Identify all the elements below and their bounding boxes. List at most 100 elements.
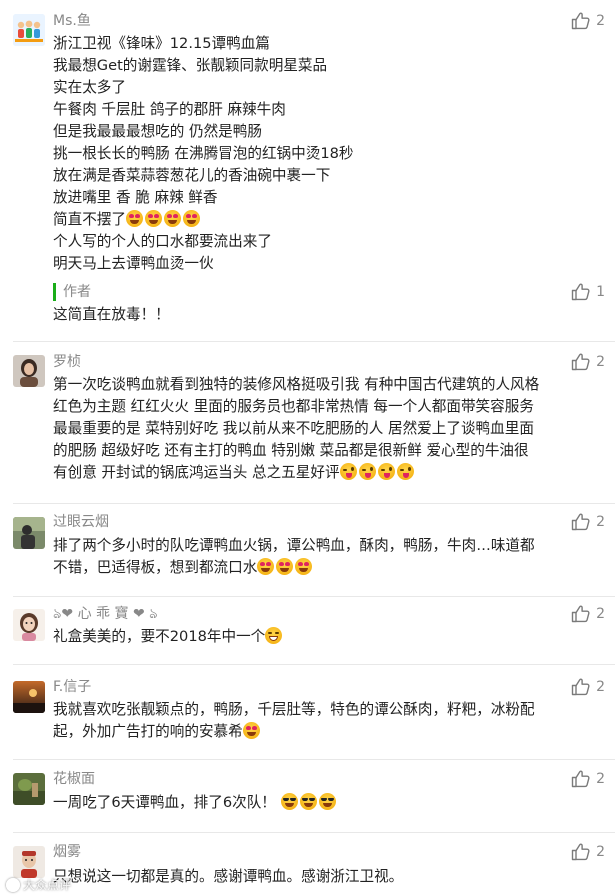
reply-like-button[interactable]: 1	[571, 282, 605, 302]
wink-tongue-emoji	[396, 463, 414, 480]
divider	[13, 832, 615, 833]
comment-line: 最最重要的是 菜特别好吃 我以前从来不吃肥肠的人 居然爱上了谈鸭血里面	[53, 420, 534, 437]
comment-line: 放在满是香菜蒜蓉葱花儿的香油碗中裹一下	[53, 167, 331, 184]
heart-eyes-emoji	[257, 558, 275, 575]
like-count: 2	[596, 679, 605, 695]
like-count: 2	[596, 354, 605, 370]
heart-eyes-emoji	[125, 210, 143, 227]
comment-line-text: 不错，巴适得板，想到都流口水	[53, 559, 258, 576]
comment-text: 排了两个多小时的队吃谭鸭血火锅，谭公鸭血，酥肉，鸭肠，牛肉…味道都 不错，巴适得…	[53, 535, 603, 579]
sunglasses-emoji	[299, 793, 317, 810]
wink-tongue-emoji	[377, 463, 395, 480]
divider	[13, 664, 615, 665]
comment-line-text: 起，外加广告打的响的安慕希	[53, 723, 243, 740]
thumbs-up-icon	[571, 353, 590, 371]
comment-line: 红色为主题 红红火火 里面的服务员也都非常热情 每一个人都面带笑容服务	[53, 398, 534, 415]
like-button[interactable]: 2	[571, 352, 605, 372]
sunglasses-emoji	[280, 793, 298, 810]
comment-text: 礼盒美美的，要不2018年中一个	[53, 626, 603, 648]
like-count: 2	[596, 514, 605, 530]
comment-text: 浙江卫视《锋味》12.15谭鸭血篇 我最想Get的谢霆锋、张靓颖同款明星菜品 实…	[53, 33, 603, 275]
comment-line: 不错，巴适得板，想到都流口水	[53, 557, 603, 579]
comment-line: 有创意 开封试的锅底鸿运当头 总之五星好评	[53, 462, 603, 484]
comment-line: 明天马上去谭鸭血烫一伙	[53, 255, 214, 272]
avatar[interactable]	[13, 14, 45, 46]
commenter-name: 罗桢	[53, 354, 81, 370]
heart-eyes-emoji	[242, 722, 260, 739]
commenter-name: ঌ❤ 心 乖 寶 ❤ ঌ	[53, 606, 158, 622]
comment-line: 个人写的个人的口水都要流出来了	[53, 233, 272, 250]
avatar[interactable]	[13, 517, 45, 549]
author-reply-label: 作者	[53, 283, 91, 301]
comment-text: 第一次吃谈鸭血就看到独特的装修风格挺吸引我 有种中国古代建筑的人风格 红色为主题…	[53, 374, 603, 484]
like-count: 2	[596, 771, 605, 787]
comment-line: 礼盒美美的，要不2018年中一个	[53, 626, 603, 648]
comment-text: 我就喜欢吃张靓颖点的，鸭肠，千层肚等，特色的谭公酥肉，籽粑，冰粉配 起，外加广告…	[53, 699, 603, 743]
like-button[interactable]: 2	[571, 604, 605, 624]
author-reply-text: 这简直在放毒！！	[53, 306, 170, 323]
like-button[interactable]: 2	[571, 11, 605, 31]
heart-eyes-emoji	[295, 558, 313, 575]
comment-line: 浙江卫视《锋味》12.15谭鸭血篇	[53, 35, 270, 52]
watermark-text: 大众点评	[23, 878, 72, 892]
commenter-name: F.信子	[53, 679, 92, 695]
comment-text: 只想说这一切都是真的。感谢谭鸭血。感谢浙江卫视。	[53, 866, 603, 888]
comment-line: 只想说这一切都是真的。感谢谭鸭血。感谢浙江卫视。	[53, 868, 404, 885]
comment-line: 起，外加广告打的响的安慕希	[53, 721, 603, 743]
thumbs-up-icon	[571, 513, 590, 531]
comment-line: 我就喜欢吃张靓颖点的，鸭肠，千层肚等，特色的谭公酥肉，籽粑，冰粉配	[53, 701, 535, 718]
watermark: 大众点评	[6, 876, 71, 893]
avatar[interactable]	[13, 609, 45, 641]
comment-line-text: 简直不摆了	[53, 211, 126, 228]
comment-line: 放进嘴里 香 脆 麻辣 鲜香	[53, 189, 218, 206]
comment-line: 但是我最最最想吃的 仍然是鸭肠	[53, 123, 262, 140]
commenter-name: 过眼云烟	[53, 514, 109, 530]
comment-line: 简直不摆了	[53, 209, 603, 231]
comment-line-text: 一周吃了6天谭鸭血，排了6次队！	[53, 794, 276, 811]
thumbs-up-icon	[571, 770, 590, 788]
commenter-name: 花椒面	[53, 771, 95, 787]
wink-tongue-emoji	[358, 463, 376, 480]
like-count: 1	[596, 284, 605, 300]
divider	[13, 596, 615, 597]
heart-eyes-emoji	[276, 558, 294, 575]
wink-tongue-emoji	[339, 463, 357, 480]
comment-line: 一周吃了6天谭鸭血，排了6次队！	[53, 792, 603, 814]
like-count: 2	[596, 13, 605, 29]
commenter-name: 烟雾	[53, 844, 81, 860]
divider	[13, 759, 615, 760]
avatar[interactable]	[13, 355, 45, 387]
like-button[interactable]: 2	[571, 842, 605, 862]
comment-line: 第一次吃谈鸭血就看到独特的装修风格挺吸引我 有种中国古代建筑的人风格	[53, 376, 540, 393]
like-count: 2	[596, 606, 605, 622]
divider	[13, 341, 615, 342]
divider	[13, 503, 615, 504]
avatar[interactable]	[13, 846, 45, 878]
comment-line-text: 礼盒美美的，要不2018年中一个	[53, 628, 266, 645]
heart-eyes-emoji	[144, 210, 162, 227]
comment-line: 午餐肉 千层肚 鸽子的郡肝 麻辣牛肉	[53, 101, 286, 118]
heart-eyes-emoji	[182, 210, 200, 227]
comment-text: 一周吃了6天谭鸭血，排了6次队！	[53, 792, 603, 814]
avatar[interactable]	[13, 773, 45, 805]
like-button[interactable]: 2	[571, 769, 605, 789]
like-count: 2	[596, 844, 605, 860]
sunglasses-emoji	[318, 793, 336, 810]
thumbs-up-icon	[571, 605, 590, 623]
thumbs-up-icon	[571, 12, 590, 30]
comment-line: 挑一根长长的鸭肠 在沸腾冒泡的红锅中烫18秒	[53, 145, 354, 162]
thumbs-up-icon	[571, 678, 590, 696]
like-button[interactable]: 2	[571, 677, 605, 697]
avatar[interactable]	[13, 681, 45, 713]
comment-line: 排了两个多小时的队吃谭鸭血火锅，谭公鸭血，酥肉，鸭肠，牛肉…味道都	[53, 537, 535, 554]
thumbs-up-icon	[571, 843, 590, 861]
comment-line-text: 有创意 开封试的锅底鸿运当头 总之五星好评	[53, 464, 340, 481]
commenter-name: Ms.鱼	[53, 13, 91, 29]
comment-line: 我最想Get的谢霆锋、张靓颖同款明星菜品	[53, 57, 328, 74]
thumbs-up-icon	[571, 283, 590, 301]
grin-emoji	[265, 627, 283, 644]
like-button[interactable]: 2	[571, 512, 605, 532]
comment-line: 的肥肠 超级好吃 还有主打的鸭血 特别嫩 菜品都是很新鲜 爱心型的牛油很	[53, 442, 529, 459]
comment-line: 实在太多了	[53, 79, 126, 96]
heart-eyes-emoji	[163, 210, 181, 227]
